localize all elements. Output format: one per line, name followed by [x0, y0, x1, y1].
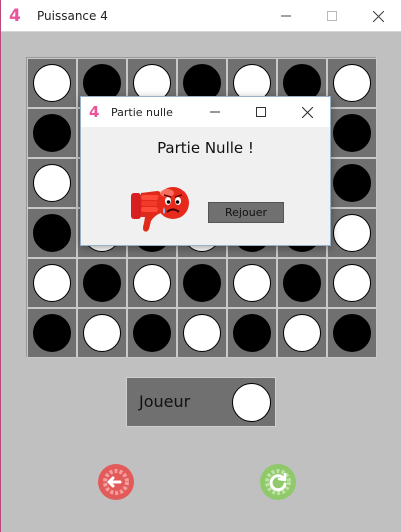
white-disc	[83, 314, 121, 352]
minimize-button[interactable]	[263, 0, 309, 32]
board-cell[interactable]	[327, 308, 377, 358]
white-disc	[133, 264, 171, 302]
white-disc	[33, 264, 71, 302]
board-cell[interactable]	[177, 258, 227, 308]
board-cell[interactable]	[27, 308, 77, 358]
board-cell[interactable]	[27, 258, 77, 308]
dialog-message: Partie Nulle !	[157, 139, 254, 157]
back-button[interactable]	[98, 464, 134, 500]
board-cell[interactable]	[77, 308, 127, 358]
window-title: Puissance 4	[37, 8, 108, 23]
minimize-icon	[210, 111, 220, 113]
main-titlebar[interactable]: 4 Puissance 4	[1, 0, 401, 32]
window-edge	[0, 0, 1, 532]
white-disc	[183, 314, 221, 352]
current-player-disc	[232, 383, 271, 422]
maximize-icon	[327, 11, 337, 21]
minimize-icon	[281, 15, 291, 17]
black-disc	[33, 214, 71, 252]
board-cell[interactable]	[77, 258, 127, 308]
white-disc	[283, 314, 321, 352]
black-disc	[333, 114, 371, 152]
maximize-icon	[256, 107, 266, 117]
board-cell[interactable]	[327, 108, 377, 158]
board-cell[interactable]	[27, 158, 77, 208]
black-disc	[333, 164, 371, 202]
dialog-controls	[192, 97, 330, 127]
player-label: Joueur	[139, 392, 191, 411]
close-icon	[372, 10, 384, 22]
board-cell[interactable]	[327, 258, 377, 308]
dialog-minimize-button[interactable]	[192, 97, 238, 127]
black-disc	[33, 114, 71, 152]
black-disc	[133, 314, 171, 352]
board-cell[interactable]	[327, 158, 377, 208]
back-arrow-icon	[99, 465, 133, 499]
dialog-close-button[interactable]	[284, 97, 330, 127]
white-disc	[33, 64, 71, 102]
sad-thumbs-down-icon	[131, 187, 189, 232]
board-cell[interactable]	[327, 208, 377, 258]
white-disc	[333, 64, 371, 102]
dialog-titlebar[interactable]: 4 Partie nulle	[81, 97, 330, 127]
board-cell[interactable]	[227, 258, 277, 308]
board-cell[interactable]	[127, 308, 177, 358]
dialog-app-icon: 4	[89, 103, 100, 121]
current-player-panel: Joueur	[126, 377, 276, 427]
board-cell[interactable]	[277, 308, 327, 358]
white-disc	[333, 264, 371, 302]
black-disc	[283, 264, 321, 302]
dialog-title: Partie nulle	[111, 105, 173, 119]
board-cell[interactable]	[27, 108, 77, 158]
dialog-maximize-button[interactable]	[238, 97, 284, 127]
restart-icon	[261, 465, 295, 499]
board-cell[interactable]	[177, 308, 227, 358]
black-disc	[333, 314, 371, 352]
close-button[interactable]	[355, 0, 401, 32]
white-disc	[33, 164, 71, 202]
board-cell[interactable]	[27, 58, 77, 108]
board-cell[interactable]	[277, 258, 327, 308]
draw-dialog: 4 Partie nulle Partie Nulle ! Rejouer	[80, 96, 331, 246]
maximize-button[interactable]	[309, 0, 355, 32]
board-cell[interactable]	[227, 308, 277, 358]
white-disc	[233, 264, 271, 302]
black-disc	[83, 264, 121, 302]
black-disc	[233, 314, 271, 352]
close-icon	[301, 106, 313, 118]
app-icon: 4	[9, 5, 21, 26]
board-cell[interactable]	[127, 258, 177, 308]
board-cell[interactable]	[327, 58, 377, 108]
board-cell[interactable]	[27, 208, 77, 258]
replay-button[interactable]: Rejouer	[208, 202, 284, 223]
white-disc	[333, 214, 371, 252]
black-disc	[183, 264, 221, 302]
window-controls	[263, 0, 401, 32]
black-disc	[33, 314, 71, 352]
restart-button[interactable]	[260, 464, 296, 500]
